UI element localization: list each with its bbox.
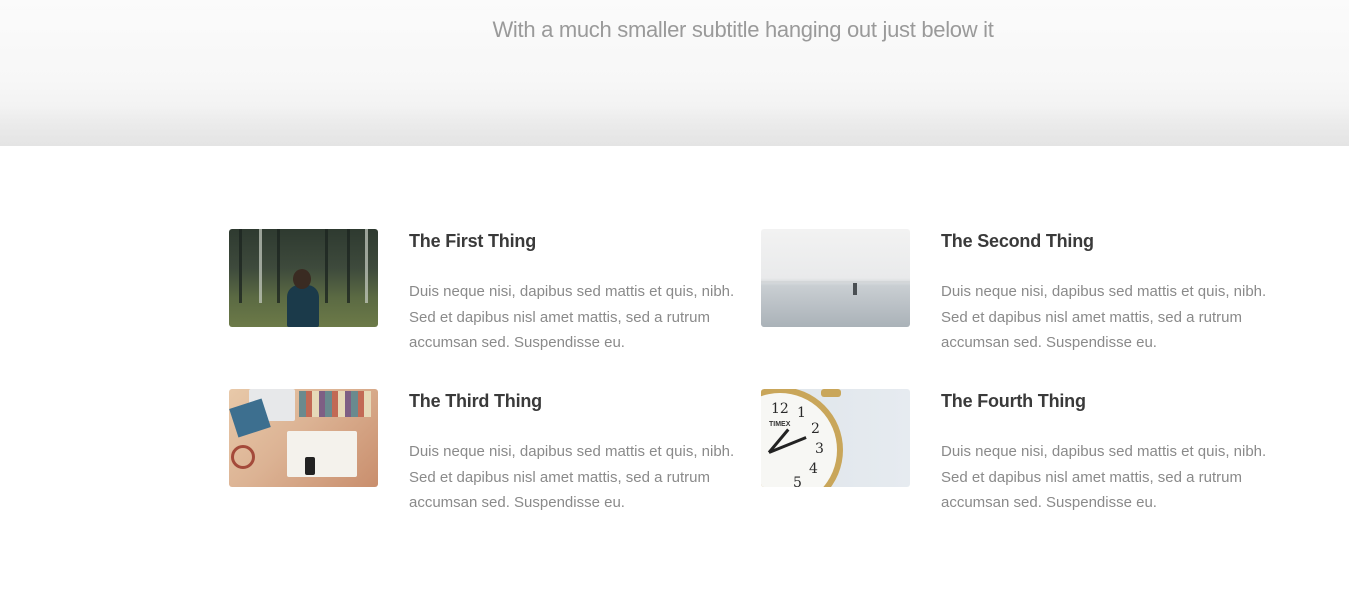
clock-photo: 12 1 2 3 4 5 TIMEX bbox=[761, 389, 910, 487]
clock-numeral: 4 bbox=[809, 461, 818, 477]
clock-numeral: 12 bbox=[771, 401, 789, 417]
feature-title: The First Thing bbox=[409, 231, 536, 251]
feature-item-second: The Second Thing Duis neque nisi, dapibu… bbox=[761, 229, 1281, 359]
feature-item-fourth: 12 1 2 3 4 5 TIMEX The Fourth Thing Duis… bbox=[761, 389, 1281, 519]
hero-subtitle: With a much smaller subtitle hanging out… bbox=[492, 17, 994, 42]
clock-numeral: 3 bbox=[815, 441, 824, 457]
lake-photo bbox=[761, 229, 910, 327]
desk-photo bbox=[229, 389, 378, 487]
clock-brand: TIMEX bbox=[769, 421, 791, 428]
clock-numeral: 2 bbox=[811, 421, 820, 437]
feature-description: Duis neque nisi, dapibus sed mattis et q… bbox=[941, 283, 1267, 351]
feature-title: The Second Thing bbox=[941, 231, 1094, 251]
clock-numeral: 5 bbox=[793, 475, 802, 487]
hero-banner: With a much smaller subtitle hanging out… bbox=[0, 0, 1349, 146]
clock-numeral: 1 bbox=[797, 405, 806, 421]
features-section: The First Thing Duis neque nisi, dapibus… bbox=[0, 146, 1349, 591]
forest-photo bbox=[229, 229, 378, 327]
feature-description: Duis neque nisi, dapibus sed mattis et q… bbox=[409, 283, 735, 351]
feature-item-first: The First Thing Duis neque nisi, dapibus… bbox=[229, 229, 749, 359]
feature-item-third: The Third Thing Duis neque nisi, dapibus… bbox=[229, 389, 749, 519]
feature-title: The Third Thing bbox=[409, 391, 542, 411]
feature-description: Duis neque nisi, dapibus sed mattis et q… bbox=[941, 443, 1267, 511]
feature-title: The Fourth Thing bbox=[941, 391, 1086, 411]
feature-description: Duis neque nisi, dapibus sed mattis et q… bbox=[409, 443, 735, 511]
